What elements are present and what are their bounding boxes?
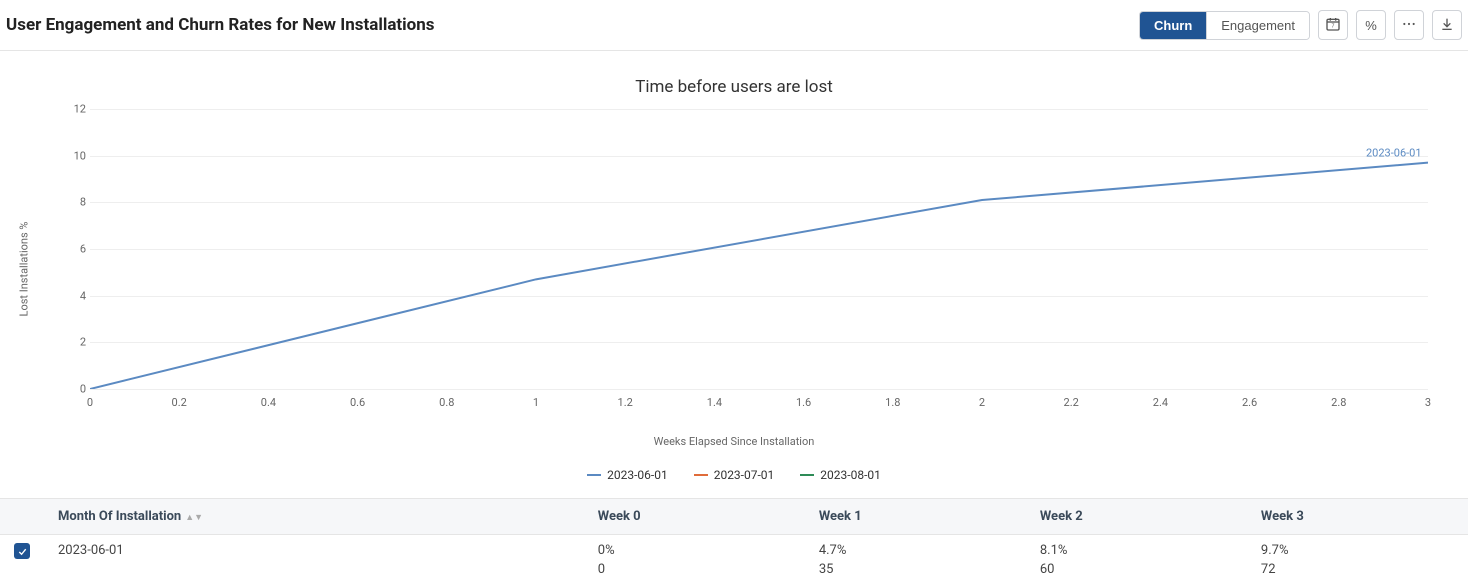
- legend-item[interactable]: 2023-08-01: [800, 468, 881, 482]
- ellipsis-icon: [1401, 16, 1417, 35]
- download-button[interactable]: [1432, 10, 1462, 40]
- chart-plot[interactable]: 02468101200.20.40.60.811.21.41.61.822.22…: [90, 109, 1428, 389]
- legend-label: 2023-08-01: [820, 468, 881, 482]
- view-toggle: Churn Engagement: [1139, 11, 1310, 40]
- series-line[interactable]: [90, 163, 1428, 389]
- col-month[interactable]: Month Of Installation▲▼: [44, 499, 584, 535]
- y-tick: 4: [62, 289, 86, 302]
- x-axis-label: Weeks Elapsed Since Installation: [10, 435, 1458, 448]
- table-row: 2023-06-01 0% 0 4.7% 35 8.1% 60: [0, 535, 1468, 585]
- x-tick: 0.6: [350, 396, 365, 409]
- tab-engagement[interactable]: Engagement: [1206, 12, 1309, 39]
- col-week-0[interactable]: Week 0: [584, 499, 805, 535]
- cell-month: 2023-06-01: [44, 535, 584, 585]
- y-axis-label: Lost Installations %: [18, 222, 31, 317]
- page-title: User Engagement and Churn Rates for New …: [6, 15, 435, 35]
- x-tick: 1.6: [796, 396, 811, 409]
- chart-legend: 2023-06-01 2023-07-01 2023-08-01: [10, 468, 1458, 482]
- legend-swatch: [587, 474, 601, 476]
- x-tick: 2.2: [1064, 396, 1079, 409]
- chart-title: Time before users are lost: [10, 77, 1458, 97]
- col-week-3[interactable]: Week 3: [1247, 499, 1468, 535]
- x-tick: 2.8: [1331, 396, 1346, 409]
- x-tick: 0.4: [261, 396, 276, 409]
- cell-week-0: 0% 0: [584, 535, 805, 585]
- x-tick: 2.4: [1153, 396, 1168, 409]
- tab-churn[interactable]: Churn: [1140, 12, 1206, 39]
- x-tick: 3: [1425, 396, 1431, 409]
- x-tick: 0.8: [439, 396, 454, 409]
- percent-button[interactable]: %: [1356, 10, 1386, 40]
- grid-line: [90, 389, 1428, 390]
- percent-icon: %: [1365, 18, 1377, 33]
- x-tick: 1.4: [707, 396, 722, 409]
- legend-item[interactable]: 2023-07-01: [694, 468, 775, 482]
- cell-week-2: 8.1% 60: [1026, 535, 1247, 585]
- more-button[interactable]: [1394, 10, 1424, 40]
- col-week-1[interactable]: Week 1: [805, 499, 1026, 535]
- svg-text:7: 7: [1332, 23, 1335, 29]
- row-checkbox[interactable]: [14, 543, 30, 559]
- chart-area: Time before users are lost Lost Installa…: [0, 51, 1468, 492]
- cell-week-1: 4.7% 35: [805, 535, 1026, 585]
- y-tick: 2: [62, 336, 86, 349]
- y-tick: 12: [62, 103, 86, 116]
- legend-label: 2023-07-01: [714, 468, 775, 482]
- calendar-icon: 7: [1325, 16, 1341, 35]
- legend-item[interactable]: 2023-06-01: [587, 468, 668, 482]
- x-tick: 1: [533, 396, 539, 409]
- calendar-button[interactable]: 7: [1318, 10, 1348, 40]
- y-tick: 0: [62, 383, 86, 396]
- x-tick: 1.8: [885, 396, 900, 409]
- legend-label: 2023-06-01: [607, 468, 668, 482]
- legend-swatch: [800, 474, 814, 476]
- download-icon: [1439, 16, 1455, 35]
- x-tick: 0: [87, 396, 93, 409]
- y-tick: 10: [62, 149, 86, 162]
- x-tick: 2.6: [1242, 396, 1257, 409]
- col-week-2[interactable]: Week 2: [1026, 499, 1247, 535]
- y-tick: 6: [62, 243, 86, 256]
- y-tick: 8: [62, 196, 86, 209]
- cell-week-3: 9.7% 72: [1247, 535, 1468, 585]
- x-tick: 0.2: [172, 396, 187, 409]
- sort-icon: ▲▼: [185, 512, 203, 523]
- header-actions: Churn Engagement 7 %: [1139, 10, 1462, 40]
- x-tick: 2: [979, 396, 985, 409]
- legend-swatch: [694, 474, 708, 476]
- series-end-label: 2023-06-01: [1366, 146, 1422, 159]
- data-table: Month Of Installation▲▼ Week 0 Week 1 We…: [0, 498, 1468, 585]
- x-tick: 1.2: [618, 396, 633, 409]
